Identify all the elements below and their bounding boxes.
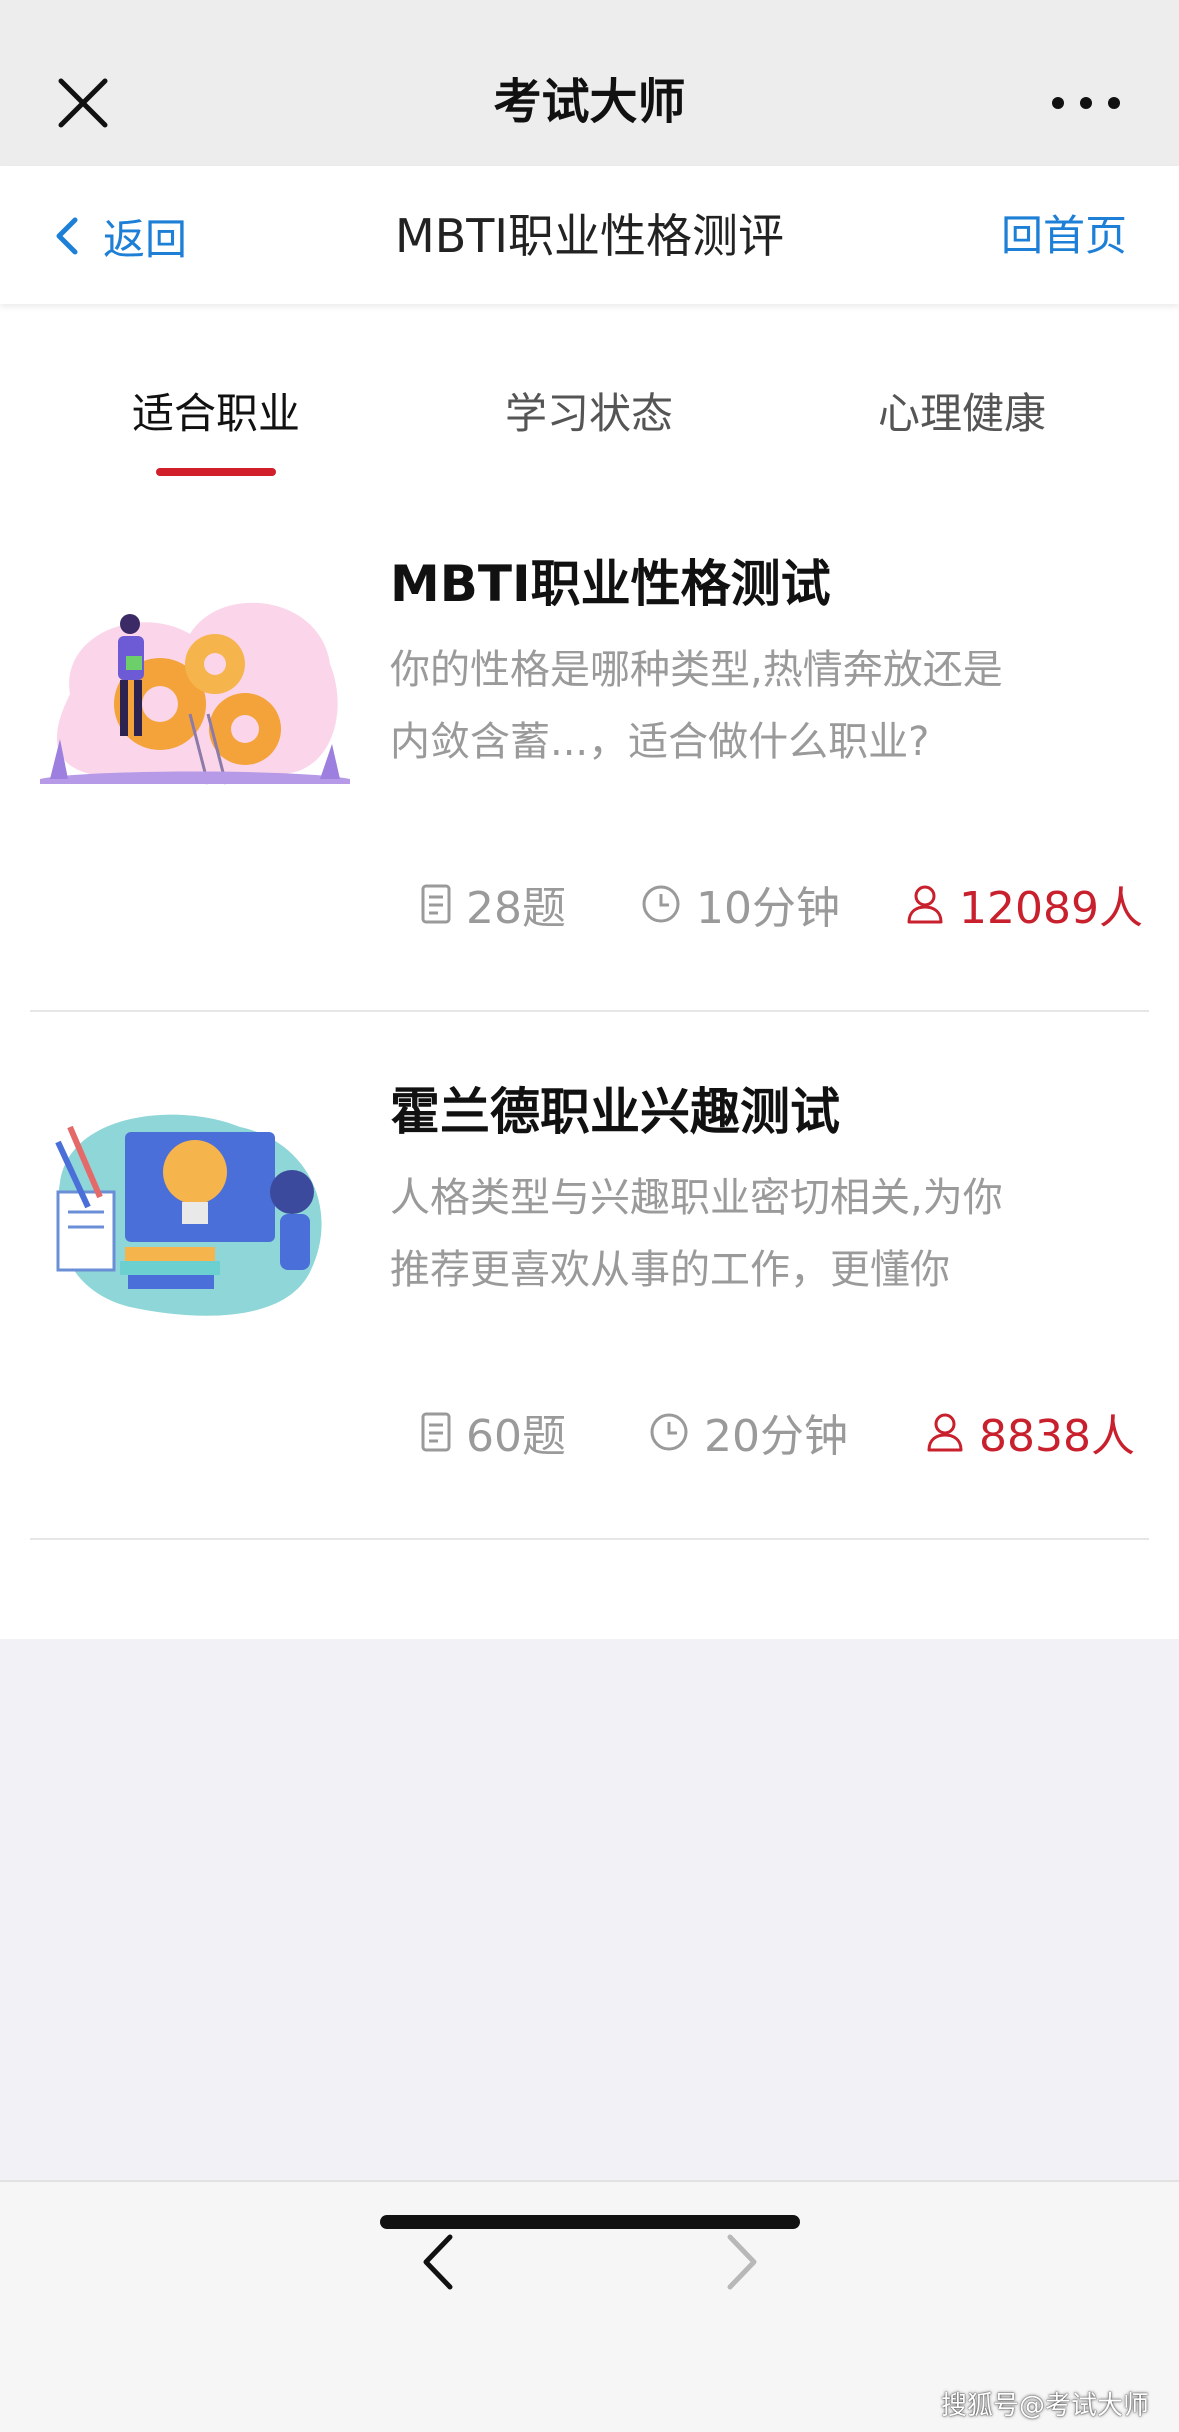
test-title: 霍兰德职业兴趣测试 (390, 1083, 840, 1141)
duration: 20分钟 (648, 1402, 848, 1462)
main-content: 适合职业 学习状态 心理健康 MBTI职业性格测试 你的性格是哪种类型,热情奔放… (0, 304, 1179, 1639)
clock-icon (650, 1413, 688, 1451)
test-description: 你的性格是哪种类型,热情奔放还是 内敛含蓄...，适合做什么职业? (390, 634, 1110, 778)
test-card-mbti[interactable]: MBTI职业性格测试 你的性格是哪种类型,热情奔放还是 内敛含蓄...，适合做什… (30, 484, 1149, 1012)
active-tab-indicator (156, 468, 276, 476)
clock-icon (642, 885, 680, 923)
description-line: 推荐更喜欢从事的工作，更懂你 (390, 1247, 950, 1293)
question-count: 28题 (420, 874, 566, 934)
watermark: 搜狐号@考试大师 (940, 2391, 1149, 2421)
question-count: 60题 (420, 1402, 566, 1462)
person-icon (927, 1413, 963, 1452)
test-meta: 28题 10分钟 12089人 (390, 874, 1150, 934)
participant-count: 12089人 (905, 874, 1143, 934)
question-count-text: 28题 (466, 883, 566, 934)
participant-count: 8838人 (925, 1402, 1135, 1462)
duration-text: 10分钟 (696, 883, 840, 934)
test-meta: 60题 20分钟 8838人 (390, 1402, 1150, 1462)
tab-mental-health[interactable]: 心理健康 (812, 384, 1112, 444)
participant-count-text: 12089人 (959, 883, 1143, 934)
wechat-top-bar: 考试大师 (0, 0, 1179, 166)
participant-count-text: 8838人 (979, 1411, 1135, 1462)
description-line: 人格类型与兴趣职业密切相关,为你 (390, 1175, 1003, 1221)
tab-study-state[interactable]: 学习状态 (439, 384, 739, 444)
document-icon (421, 1412, 451, 1452)
description-line: 你的性格是哪种类型,热情奔放还是 (390, 647, 1003, 693)
wechat-title: 考试大师 (493, 74, 686, 130)
home-indicator (380, 2215, 800, 2229)
description-line: 内敛含蓄...，适合做什么职业? (390, 719, 930, 765)
tab-suitable-career[interactable]: 适合职业 (66, 384, 366, 444)
tab-bar: 适合职业 学习状态 心理健康 (0, 304, 1179, 484)
chevron-right-icon[interactable] (710, 2227, 770, 2297)
chevron-left-icon[interactable] (410, 2227, 470, 2297)
more-dots-icon[interactable] (1048, 88, 1124, 118)
test-title: MBTI职业性格测试 (390, 555, 831, 613)
person-with-gears-illustration (40, 602, 350, 785)
lightbulb-books-illustration (55, 1114, 322, 1316)
document-icon (421, 884, 451, 924)
person-icon (907, 885, 943, 924)
home-button[interactable]: 回首页 (1001, 206, 1127, 266)
test-card-holland[interactable]: 霍兰德职业兴趣测试 人格类型与兴趣职业密切相关,为你 推荐更喜欢从事的工作，更懂… (30, 1012, 1149, 1540)
page-nav-bar: 返回 MBTI职业性格测评 回首页 (0, 166, 1179, 304)
duration-text: 20分钟 (704, 1411, 848, 1462)
question-count-text: 60题 (466, 1411, 566, 1462)
test-description: 人格类型与兴趣职业密切相关,为你 推荐更喜欢从事的工作，更懂你 (390, 1162, 1110, 1306)
duration: 10分钟 (640, 874, 840, 934)
